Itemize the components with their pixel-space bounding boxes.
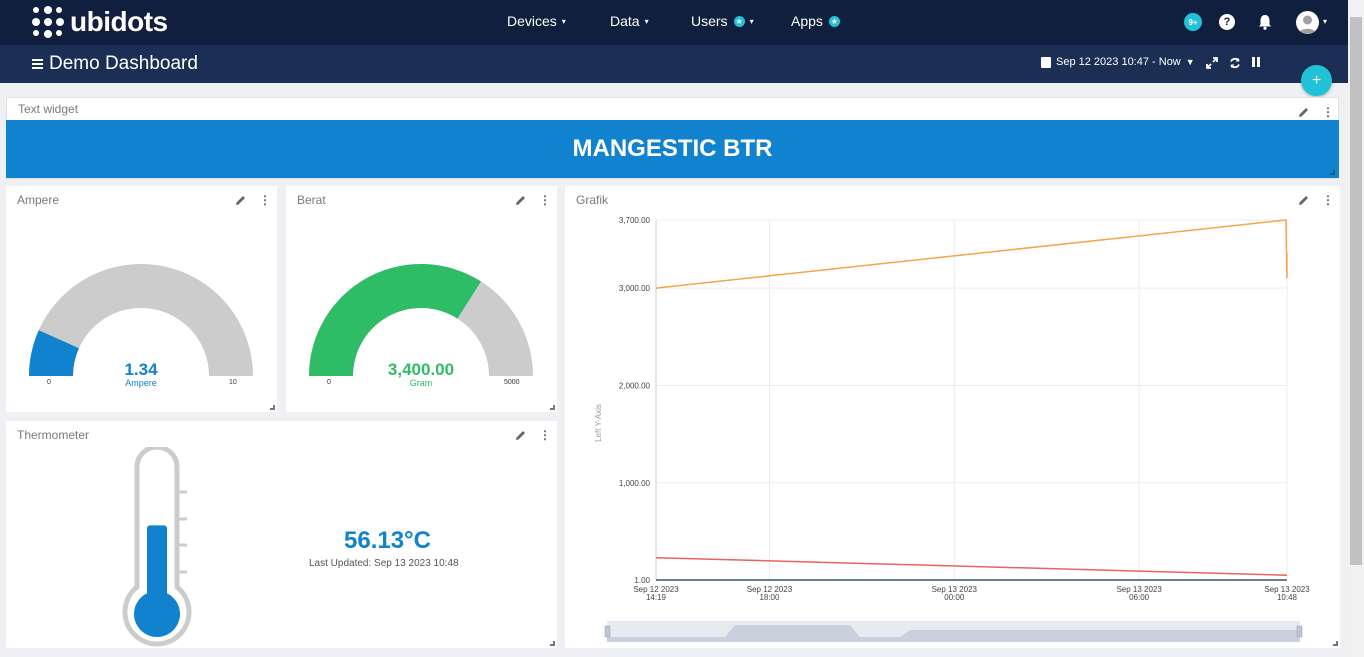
dashboard-header: Demo Dashboard Sep 12 2023 10:47 - Now ▼ [0,45,1348,83]
y-axis-label: Left Y-Axis [594,404,603,442]
chevron-down-icon: ▼ [1185,57,1195,67]
ampere-widget: Ampere ⋮ 1.34 Ampere 0 10 [6,186,277,412]
thermometer-icon [122,447,192,647]
x-axis-ticks: Sep 12 202314:19Sep 12 202318:00Sep 13 2… [633,585,1310,602]
berat-widget: Berat ⋮ 3,400.00 Gram 0 5000 [286,186,557,412]
resize-handle[interactable] [550,405,555,410]
resize-handle[interactable] [550,641,555,646]
gauge-max: 5000 [504,379,520,386]
text-widget-banner: MANGESTIC BTR [6,120,1339,178]
ubidots-logo[interactable]: ubidots [32,6,168,38]
y-tick-label: 1,000.00 [619,479,651,488]
chart-grid [655,219,1288,581]
top-navbar: ubidots Devices ▾ Data ▾ Users ★ ▾ Apps ★ 9+ … [0,0,1348,45]
series-line [655,219,1288,289]
gauge-unit: Gram [409,378,433,388]
nav-devices[interactable]: Devices ▾ [507,13,566,29]
dashboard-title-group[interactable]: Demo Dashboard [32,53,198,75]
y-tick-label: 3,700.00 [619,216,651,225]
pencil-icon[interactable] [1297,106,1310,119]
temperature-value: 56.13°C [344,527,431,554]
pause-icon[interactable] [1252,57,1260,67]
y-axis-ticks: 3,700.00 3,000.00 2,000.00 1,000.00 1.00 [619,216,651,585]
nav-data[interactable]: Data ▾ [610,13,649,29]
help-icon[interactable]: ? [1219,14,1235,30]
nav-data-label: Data [610,13,640,29]
y-tick-label: 1.00 [634,576,650,585]
more-vert-icon[interactable]: ⋮ [1322,193,1334,207]
widget-title: Text widget [18,102,79,116]
add-widget-button[interactable]: + [1301,65,1332,96]
chevron-down-icon: ▾ [561,16,566,26]
gauge-min: 0 [47,379,51,386]
gauge-unit: Ampere [125,378,157,388]
gauge-value: 1.34 [124,360,158,379]
nav-devices-label: Devices [507,13,557,29]
range-handle-right[interactable] [1296,625,1303,638]
nav-users[interactable]: Users ★ ▾ [691,13,754,29]
y-tick-label: 2,000.00 [619,381,651,390]
nav-apps-label: Apps [791,13,823,29]
notifications-badge[interactable]: 9+ [1184,13,1202,31]
brand-name: ubidots [70,6,168,37]
menu-icon[interactable] [32,59,43,69]
pencil-icon[interactable] [514,429,527,442]
star-badge-icon: ★ [828,15,840,27]
widget-title: Thermometer [17,428,90,442]
banner-text: MANGESTIC BTR [572,135,773,162]
thermometer-widget: Thermometer ⋮ [6,421,557,648]
resize-handle[interactable] [1333,641,1338,646]
grafik-chart: 3,700.00 3,000.00 2,000.00 1,000.00 1.00 Sep… [594,216,1310,642]
chevron-down-icon: ▾ [644,16,649,26]
x-tick-label: 18:00 [759,593,780,602]
date-range-picker[interactable]: Sep 12 2023 10:47 - Now ▼ [1041,56,1195,68]
refresh-icon[interactable] [1229,57,1241,69]
nav-apps[interactable]: Apps ★ [791,13,840,29]
logo-dots-icon [32,6,64,38]
gauge-value: 3,400.00 [387,360,455,379]
dashboard-title: Demo Dashboard [49,53,198,74]
more-vert-icon[interactable]: ⋮ [539,428,551,442]
bell-icon[interactable] [1256,13,1274,31]
star-badge-icon: ★ [733,15,745,27]
resize-handle[interactable] [1330,170,1335,175]
y-tick-label: 3,000.00 [619,284,651,293]
x-tick-label: 06:00 [1129,593,1150,602]
chart-series [655,219,1288,581]
chevron-down-icon[interactable]: ▾ [1323,17,1327,26]
nav-users-label: Users [691,13,728,29]
date-range-label: Sep 12 2023 10:47 - Now [1056,56,1181,68]
calendar-icon [1041,56,1051,68]
series-line [655,556,1287,576]
x-tick-label: 14:19 [646,593,667,602]
fullscreen-icon[interactable] [1206,57,1218,69]
user-icon [1299,15,1316,34]
resize-handle[interactable] [270,405,275,410]
chevron-down-icon: ▾ [749,16,754,26]
avatar[interactable] [1296,11,1319,34]
x-tick-label: 00:00 [944,593,965,602]
more-vert-icon[interactable]: ⋮ [1322,105,1334,119]
range-handle-left[interactable] [604,625,611,638]
gauge-max: 10 [229,379,237,386]
last-updated: Last Updated: Sep 13 2023 10:48 [309,558,459,569]
scrollbar-thumb[interactable] [1350,17,1362,565]
x-tick-label: 10:48 [1277,593,1298,602]
range-navigator[interactable] [604,621,1303,642]
gauge-min: 0 [327,379,331,386]
